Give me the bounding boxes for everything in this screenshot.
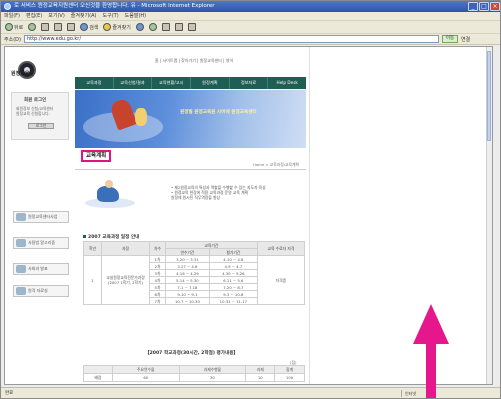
go-button[interactable]: 이동 xyxy=(441,35,458,43)
refresh-button[interactable] xyxy=(53,22,63,32)
top-links[interactable]: 홈 | 사이트맵 | 찾아가기 | 원정교육센터 | 영어 xyxy=(155,58,233,64)
home-button[interactable] xyxy=(66,22,76,32)
page-title: 교육계획 xyxy=(81,150,112,162)
side-item-4[interactable]: 원격 자료실 xyxy=(13,285,69,297)
address-input[interactable]: http://www.edu.go.kr/ xyxy=(23,35,439,43)
back-arrow-icon xyxy=(5,23,13,31)
schedule-table: 학년 과정 차수 교육기간 교육 수료자 자격 연수기간 평가기간 1 교실원정… xyxy=(83,241,306,305)
stop-button[interactable] xyxy=(40,22,50,32)
address-label: 주소(D) xyxy=(4,36,21,43)
menu-help[interactable]: 도움말(H) xyxy=(125,12,146,20)
ie-icon xyxy=(4,3,11,10)
side-item-icon xyxy=(16,213,26,221)
info-text: • 제2원정교육의 특성과 역할을 수행할 수 있는 지도자 육성 • 원정교육… xyxy=(171,185,266,200)
illustration xyxy=(85,180,137,208)
forward-button[interactable] xyxy=(27,22,37,32)
search-icon xyxy=(80,23,89,31)
website: 홈 | 사이트맵 | 찾아가기 | 원정교육센터 | 영어 원정교육원 교육과정… xyxy=(5,47,310,384)
login-description: 회원정보 신청/교육센터 원정교육 신청합니다. xyxy=(16,106,54,116)
address-bar: 주소(D) http://www.edu.go.kr/ 이동 연결 xyxy=(1,34,500,45)
refresh-icon xyxy=(54,23,63,31)
menu-view[interactable]: 보기(V) xyxy=(48,12,65,20)
side-item-1[interactable]: 원정교육센터사업 xyxy=(13,211,69,223)
mail-icon xyxy=(161,23,170,31)
back-button[interactable]: 뒤로 xyxy=(4,22,24,32)
browser-window: 로 서비스 원정교육지원센터 오신것을 환영합니다. 유 - Microsoft… xyxy=(0,0,501,399)
table-row: 1 교실원정교육전문가과정 (2007 1학기, 2학기) 1차 3.20 ~ … xyxy=(83,255,306,305)
menu-bar: 파일(F) 편집(E) 보기(V) 즐겨찾기(A) 도구(T) 도움말(H) xyxy=(1,12,500,21)
annotation-arrow-head xyxy=(413,304,449,344)
star-icon xyxy=(103,23,112,31)
table-header-row: 주요연수물 과제수행물 과제 합계 xyxy=(83,365,305,374)
links-button[interactable]: 연결 xyxy=(461,36,470,43)
menu-edit[interactable]: 편집(E) xyxy=(26,12,42,20)
table-header-row: 학년 과정 차수 교육기간 교육 수료자 자격 xyxy=(83,241,306,256)
mail-button[interactable] xyxy=(161,22,171,32)
media-button[interactable] xyxy=(135,22,145,32)
main-nav: 교육과정 교육신청/결과 교육현황/고시 원정계획 정보자료 Help Desk xyxy=(75,77,306,89)
nav-item[interactable]: Help Desk xyxy=(268,77,306,89)
nav-item[interactable]: 교육현황/고시 xyxy=(152,77,192,89)
minimize-button[interactable]: _ xyxy=(468,2,478,11)
table-row: 배점 60 30 10 100 xyxy=(83,373,305,382)
banner-text: 원정발 원정교육원 사이에 원정교육센터 xyxy=(180,110,257,115)
side-item-icon xyxy=(16,239,26,247)
window-title: 로 서비스 원정교육지원센터 오신것을 환영합니다. 유 - Microsoft… xyxy=(14,3,215,9)
login-box: 회원 로그인 회원정보 신청/교육센터 원정교육 신청합니다. 로그인 xyxy=(11,92,69,140)
banner-child xyxy=(135,108,147,126)
history-button[interactable] xyxy=(148,22,158,32)
section-title: 2007 교육과정 일정 안내 xyxy=(83,234,139,240)
print-button[interactable] xyxy=(174,22,184,32)
history-icon xyxy=(148,23,157,31)
evaluation-table: 주요연수물 과제수행물 과제 합계 배점 60 30 10 100 xyxy=(83,365,305,382)
edit-icon xyxy=(187,23,196,31)
divider xyxy=(75,169,306,170)
annotation-arrow xyxy=(426,341,436,398)
evaluation-title: 【2007 학교과정(30시간, 2학점) 평가내용】 xyxy=(145,351,239,356)
status-text: 완료 xyxy=(5,391,14,396)
login-title: 회원 로그인 xyxy=(24,98,47,103)
scrollbar-thumb[interactable] xyxy=(487,51,491,141)
media-icon xyxy=(135,23,144,31)
search-button[interactable]: 검색 xyxy=(79,22,99,32)
breadcrumb[interactable]: Home > 교육과정/교육계획 xyxy=(253,162,299,168)
hero-banner: 원정발 원정교육원 사이에 원정교육센터 xyxy=(75,90,306,148)
vertical-scrollbar[interactable] xyxy=(486,47,492,384)
nav-item[interactable]: 원정계획 xyxy=(191,77,230,89)
home-icon xyxy=(67,23,76,31)
logo-text: 원정교육원 xyxy=(11,71,35,77)
side-item-2[interactable]: 사용법 알고리즘 xyxy=(13,237,69,249)
menu-file[interactable]: 파일(F) xyxy=(4,12,20,20)
nav-item[interactable]: 교육신청/결과 xyxy=(114,77,153,89)
window-controls: _ □ × xyxy=(468,2,500,11)
maximize-button[interactable]: □ xyxy=(479,2,489,11)
login-button[interactable]: 로그인 xyxy=(28,123,54,129)
edit-button[interactable] xyxy=(187,22,197,32)
menu-tools[interactable]: 도구(T) xyxy=(103,12,119,20)
print-icon xyxy=(174,23,183,31)
toolbar: 뒤로 검색 즐겨찾기 xyxy=(1,21,500,34)
forward-arrow-icon xyxy=(28,23,37,31)
nav-item[interactable]: 교육과정 xyxy=(75,77,114,89)
title-bar: 로 서비스 원정교육지원센터 오신것을 환영합니다. 유 - Microsoft… xyxy=(1,1,500,12)
side-item-icon xyxy=(16,265,26,273)
close-button[interactable]: × xyxy=(490,2,500,11)
menu-favorites[interactable]: 즐겨찾기(A) xyxy=(71,12,97,20)
nav-item[interactable]: 정보자료 xyxy=(230,77,269,89)
stop-icon xyxy=(41,23,50,31)
side-item-3[interactable]: 사회과 발표 xyxy=(13,263,69,275)
side-item-icon xyxy=(16,287,26,295)
favorites-button[interactable]: 즐겨찾기 xyxy=(102,22,131,32)
